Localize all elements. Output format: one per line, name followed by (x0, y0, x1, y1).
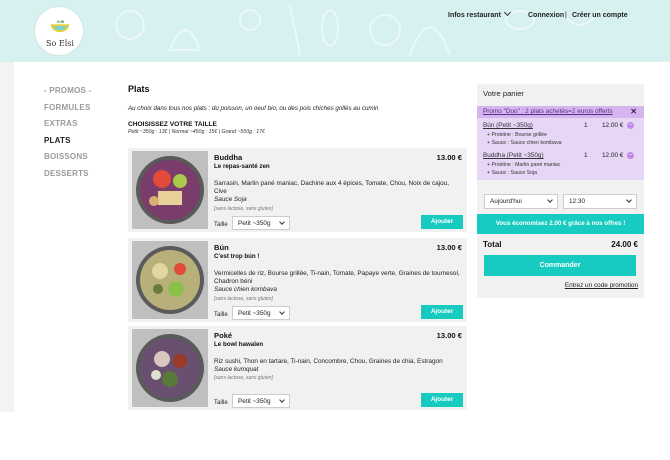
cart-item-name[interactable]: Buddha (Petit ~350g) (483, 152, 544, 159)
close-icon[interactable]: ✕ (630, 107, 637, 116)
dish-tagline: Le repas-santé zen (214, 163, 270, 170)
size-select[interactable]: Petit ~350g (232, 216, 290, 230)
day-select-value: Aujourd'hui (490, 198, 522, 205)
chevron-down-icon (279, 397, 285, 403)
connexion-link[interactable]: Connexion (528, 12, 564, 19)
add-button[interactable]: Ajouter (421, 393, 463, 407)
logo[interactable]: So Elsi (34, 6, 84, 56)
cart-item-option: + Protéine : Marlin pané maniac (487, 162, 561, 168)
size-prices: Petit ~350g : 13€ | Normal ~450g : 15€ |… (128, 129, 265, 135)
intro-text: Au choix dans tous nos plats : du poisso… (128, 105, 379, 112)
cart-title: Votre panier (483, 89, 524, 98)
dish-name: Buddha (214, 153, 243, 162)
commander-button[interactable]: Commander (484, 255, 636, 276)
dish-allergen: [sans lactose, sans gluten] (214, 205, 273, 212)
dish-sauce: Sauce chien kombava (214, 286, 277, 294)
page-title: Plats (128, 84, 150, 94)
cart-item-price: 12.00 € (602, 122, 624, 129)
dish-price: 13.00 € (436, 243, 462, 252)
dish-description: Riz sushi, Thon en tartare, Ti-nain, Con… (214, 358, 462, 383)
size-select-value: Petit ~350g (238, 310, 271, 317)
creer-compte-link[interactable]: Créer un compte (572, 12, 628, 19)
savings-banner: Vous économisez 2.00 € grâce à nos offre… (477, 214, 644, 234)
category-promos[interactable]: - PROMOS - (44, 86, 91, 103)
cart-item-option: + Sauce : Sauce chien kombava (487, 140, 562, 146)
size-select[interactable]: Petit ~350g (232, 394, 290, 408)
cart-item-qty: 1 (584, 122, 588, 129)
dish-card-bun: Bún 13.00 € C'est trop bún ! Vermicelles… (128, 238, 467, 322)
vegetable-pattern-icon (115, 4, 601, 56)
chevron-down-icon (626, 197, 632, 203)
cart-panel: Votre panier Promo "Duo" : 2 plats achet… (477, 84, 644, 298)
size-label: Taille (214, 400, 228, 406)
dish-sauce: Sauce kumquat (214, 366, 259, 374)
cart-items: Bún (Petit ~350g) 1 12.00 € – + Protéine… (477, 118, 644, 180)
category-plats[interactable]: PLATS (44, 136, 91, 153)
day-select[interactable]: Aujourd'hui (484, 194, 558, 209)
dish-description: Sarrasin, Marlin pané maniac, Dachine au… (214, 180, 462, 213)
dish-allergen: [sans lactose, sans gluten] (214, 295, 273, 302)
dish-ingredients: Sarrasin, Marlin pané maniac, Dachine au… (214, 180, 450, 196)
bowl-photo-icon (132, 241, 208, 319)
dish-card-buddha: Buddha 13.00 € Le repas-santé zen Sarras… (128, 148, 467, 232)
dish-allergen: [sans lactose, sans gluten] (214, 375, 273, 382)
category-formules[interactable]: FORMULES (44, 103, 91, 120)
total-label: Total (483, 240, 502, 249)
chevron-down-icon (279, 309, 285, 315)
dish-description: Vermicelles de riz, Bourse grillée, Ti-n… (214, 270, 462, 303)
total-value: 24.00 € (611, 240, 638, 249)
dish-photo (132, 241, 208, 319)
bowl-photo-icon (132, 151, 208, 229)
size-select[interactable]: Petit ~350g (232, 306, 290, 320)
cart-item-name[interactable]: Bún (Petit ~350g) (483, 122, 533, 129)
size-title: CHOISISSEZ VOTRE TAILLE (128, 121, 217, 128)
dish-tagline: Le bowl hawaïen (214, 341, 264, 348)
menu-section: Plats Au choix dans tous nos plats : du … (128, 84, 468, 135)
size-select-value: Petit ~350g (238, 398, 271, 405)
cart-item-option: + Sauce : Sauce Soja (487, 170, 538, 176)
infos-restaurant-dropdown[interactable]: Infos restaurant (448, 8, 511, 19)
size-label: Taille (214, 312, 228, 318)
category-extras[interactable]: EXTRAS (44, 119, 91, 136)
chevron-down-icon (547, 197, 553, 203)
size-select-value: Petit ~350g (238, 220, 271, 227)
left-gutter (0, 62, 14, 412)
dish-ingredients: Vermicelles de riz, Bourse grillée, Ti-n… (214, 270, 460, 286)
cart-item-price: 12.00 € (602, 152, 624, 159)
promo-code-link[interactable]: Entrez un code promotion (565, 282, 638, 289)
category-desserts[interactable]: DESSERTS (44, 169, 91, 186)
dish-photo (132, 329, 208, 407)
chevron-down-icon (279, 219, 285, 225)
remove-item-icon[interactable]: – (627, 152, 634, 159)
cart-item-qty: 1 (584, 152, 588, 159)
bowl-logo-icon (50, 20, 70, 33)
dish-name: Bún (214, 243, 229, 252)
remove-item-icon[interactable]: – (627, 122, 634, 129)
dish-card-poke: Poké 13.00 € Le bowl hawaïen Riz sushi, … (128, 326, 467, 410)
category-boissons[interactable]: BOISSONS (44, 152, 91, 169)
size-label: Taille (214, 222, 228, 228)
dish-photo (132, 151, 208, 229)
bowl-photo-icon (132, 329, 208, 407)
dish-name: Poké (214, 331, 233, 340)
time-select-value: 12:30 (569, 198, 585, 205)
time-select[interactable]: 12:30 (563, 194, 637, 209)
cart-item-option: + Protéine : Bourse grillée (487, 132, 547, 138)
dish-ingredients: Riz sushi, Thon en tartare, Ti-nain, Con… (214, 358, 443, 365)
site-header: So Elsi Infos restaurant Connexion | Cré… (0, 0, 670, 62)
promo-banner: Promo "Duo" : 2 plats achetés=2 euros of… (477, 106, 644, 118)
promo-link[interactable]: Promo "Duo" : 2 plats achetés=2 euros of… (483, 108, 613, 115)
add-button[interactable]: Ajouter (421, 305, 463, 319)
dish-sauce: Sauce Soja (214, 196, 247, 204)
dish-price: 13.00 € (436, 331, 462, 340)
total-row: Total 24.00 € (483, 240, 638, 249)
dish-tagline: C'est trop bún ! (214, 253, 260, 260)
infos-restaurant-label: Infos restaurant (448, 12, 501, 19)
logo-text: So Elsi (46, 39, 74, 48)
category-nav: - PROMOS - FORMULES EXTRAS PLATS BOISSON… (44, 86, 91, 185)
nav-separator: | (565, 12, 567, 19)
add-button[interactable]: Ajouter (421, 215, 463, 229)
dish-price: 13.00 € (436, 153, 462, 162)
